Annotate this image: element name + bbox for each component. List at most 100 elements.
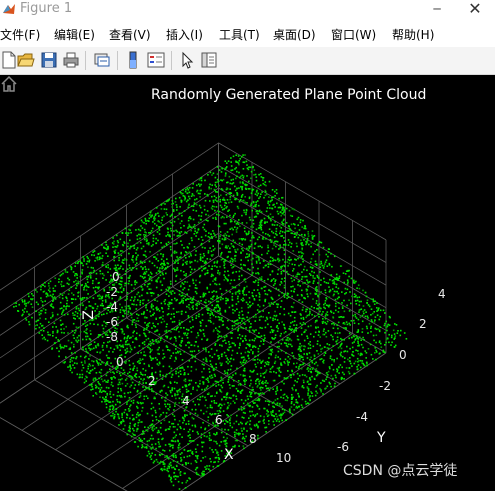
data-point <box>219 204 222 207</box>
data-point <box>259 359 261 362</box>
data-point <box>139 421 141 423</box>
data-point <box>136 238 139 241</box>
data-point <box>370 330 372 333</box>
data-point <box>267 323 269 326</box>
data-point <box>238 242 241 245</box>
data-point <box>379 326 382 328</box>
data-point <box>263 339 265 341</box>
close-button[interactable]: ✕ <box>455 0 495 20</box>
data-point <box>281 221 283 223</box>
colorbar-icon[interactable] <box>124 51 142 69</box>
data-point <box>190 366 193 368</box>
data-point <box>98 371 101 374</box>
data-point <box>167 286 169 288</box>
data-point <box>245 327 247 329</box>
data-point <box>258 258 260 260</box>
data-point <box>146 316 148 319</box>
data-point <box>85 289 88 291</box>
new-figure-icon[interactable] <box>0 51 18 69</box>
data-point <box>272 319 274 322</box>
menu-window[interactable]: 窗口(W) <box>331 26 376 43</box>
menu-tools[interactable]: 工具(T) <box>219 26 260 43</box>
data-point <box>310 370 312 373</box>
data-point <box>317 282 319 284</box>
link-icon[interactable] <box>93 51 111 69</box>
data-point <box>180 220 183 222</box>
data-point <box>317 242 319 245</box>
data-point <box>325 387 327 389</box>
data-point <box>264 400 267 402</box>
data-point <box>210 439 212 441</box>
data-point <box>268 353 271 355</box>
data-point <box>252 266 254 269</box>
data-point <box>145 231 147 234</box>
data-point <box>124 312 126 315</box>
data-point <box>394 344 397 347</box>
data-point <box>307 235 310 237</box>
menu-file[interactable]: 文件(F) <box>0 26 40 43</box>
data-point <box>244 230 246 233</box>
data-point <box>389 316 391 319</box>
data-point <box>219 198 222 201</box>
data-point <box>165 335 167 338</box>
data-point <box>258 316 261 319</box>
open-icon[interactable] <box>17 51 35 69</box>
data-point <box>248 417 250 419</box>
data-point <box>192 355 194 357</box>
data-point <box>290 402 293 405</box>
data-point <box>271 330 274 332</box>
data-point <box>268 302 270 305</box>
menu-help[interactable]: 帮助(H) <box>392 26 434 43</box>
data-point <box>189 449 192 452</box>
data-point <box>263 376 265 379</box>
data-point <box>133 387 136 390</box>
menu-view[interactable]: 查看(V) <box>109 26 151 43</box>
data-point <box>151 428 153 431</box>
data-point <box>99 334 102 336</box>
data-point <box>372 300 375 303</box>
data-point <box>137 314 140 316</box>
data-point <box>227 245 229 247</box>
menu-desktop[interactable]: 桌面(D) <box>273 26 316 43</box>
data-point <box>119 267 121 269</box>
data-point <box>188 360 191 362</box>
data-point <box>58 278 60 280</box>
data-point <box>262 343 265 345</box>
data-point <box>324 300 327 302</box>
figure-canvas[interactable]: Randomly Generated Plane Point Cloud 0 -… <box>0 75 495 491</box>
data-point <box>310 245 312 248</box>
data-point <box>111 415 113 417</box>
data-point <box>180 341 183 344</box>
menu-insert[interactable]: 插入(I) <box>166 26 203 43</box>
data-point <box>168 403 171 406</box>
menu-edit[interactable]: 编辑(E) <box>54 26 95 43</box>
data-point <box>135 320 138 322</box>
data-point <box>139 229 142 232</box>
data-point <box>268 217 270 219</box>
save-icon[interactable] <box>40 51 58 69</box>
data-point <box>191 268 193 271</box>
data-point <box>296 335 299 337</box>
data-point <box>137 320 140 322</box>
property-inspector-icon[interactable] <box>200 51 218 69</box>
data-point <box>169 449 171 452</box>
data-point <box>312 298 314 300</box>
data-point <box>210 363 212 366</box>
print-icon[interactable] <box>62 51 80 69</box>
data-point <box>170 370 172 372</box>
legend-icon[interactable] <box>147 51 165 69</box>
minimize-button[interactable]: ─ <box>425 0 449 20</box>
data-point <box>145 328 148 331</box>
data-point <box>15 302 17 304</box>
pointer-icon[interactable] <box>178 51 196 69</box>
data-point <box>46 339 49 342</box>
data-point <box>315 300 318 302</box>
data-point <box>224 372 227 374</box>
plot-axes[interactable] <box>0 75 495 491</box>
data-point <box>310 356 312 359</box>
data-point <box>223 222 226 225</box>
data-point <box>211 298 214 301</box>
data-point <box>349 324 351 326</box>
data-point <box>341 291 343 293</box>
data-point <box>263 183 266 186</box>
